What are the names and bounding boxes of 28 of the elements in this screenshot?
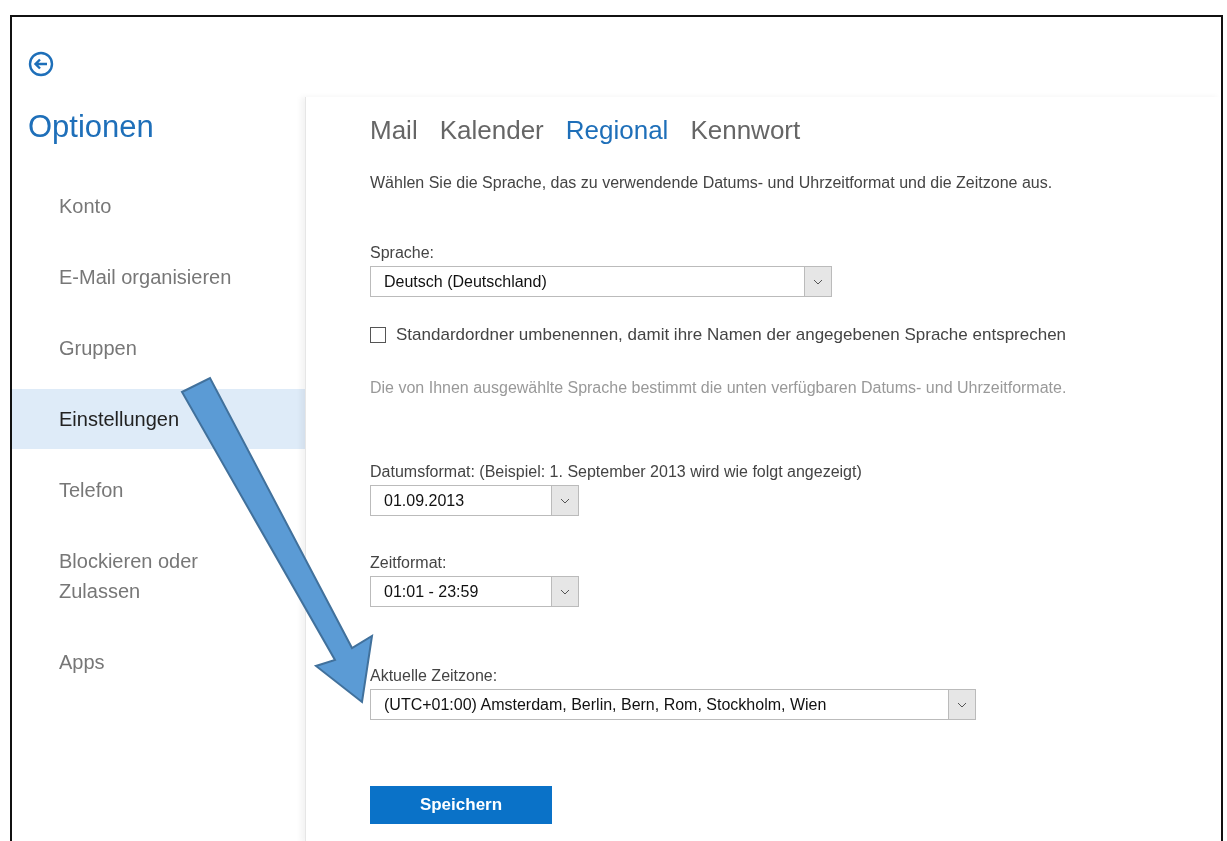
dropdown[interactable]: Deutsch (Deutschland) [370,266,832,297]
save-button[interactable]: Speichern [370,786,552,824]
field-label: Zeitformat: [370,554,447,572]
sidebar-item[interactable]: E-Mail organisieren [12,252,232,302]
tab[interactable]: Regional [565,115,669,146]
checkbox[interactable] [370,327,386,343]
hint-text: Die von Ihnen ausgewählte Sprache bestimmt die unten verfügbaren Datums- und Uhrzeitformate. [370,379,1067,397]
field-label: Datumsformat: (Beispiel: 1. September 2013 wird wie folgt angezeigt) [370,463,862,481]
chevron-down-icon [804,267,831,296]
chevron-down-icon [551,486,578,515]
chevron-down-icon [948,690,975,719]
chevron-down-icon [551,577,578,606]
tab[interactable]: Kennwort [690,115,801,146]
field-label: Aktuelle Zeitzone: [370,667,498,685]
sidebar-title: Optionen [27,108,155,146]
sidebar-item[interactable]: Blockieren oder Zulassen [12,536,239,616]
sidebar-item[interactable]: Telefon [12,465,124,515]
tab[interactable]: Mail [370,115,418,146]
dropdown[interactable]: 01.09.2013 [370,485,579,516]
tab[interactable]: Kalender [439,115,544,146]
sidebar-item[interactable]: Gruppen [12,323,137,373]
field-label: Sprache: [370,244,435,262]
checkbox-label: Standardordner umbenennen, damit ihre Namen der angegebenen Sprache entsprechen [396,325,1067,345]
dropdown[interactable]: 01:01 - 23:59 [370,576,579,607]
dropdown[interactable]: (UTC+01:00) Amsterdam, Berlin, Bern, Rom, Stockholm, Wien [370,689,976,720]
intro-text: Wählen Sie die Sprache, das zu verwendende Datums- und Uhrzeitformat und die Zeitzone aus. [370,174,1053,192]
sidebar-item[interactable]: Konto [12,181,112,231]
sidebar-item[interactable]: Apps [12,637,105,687]
